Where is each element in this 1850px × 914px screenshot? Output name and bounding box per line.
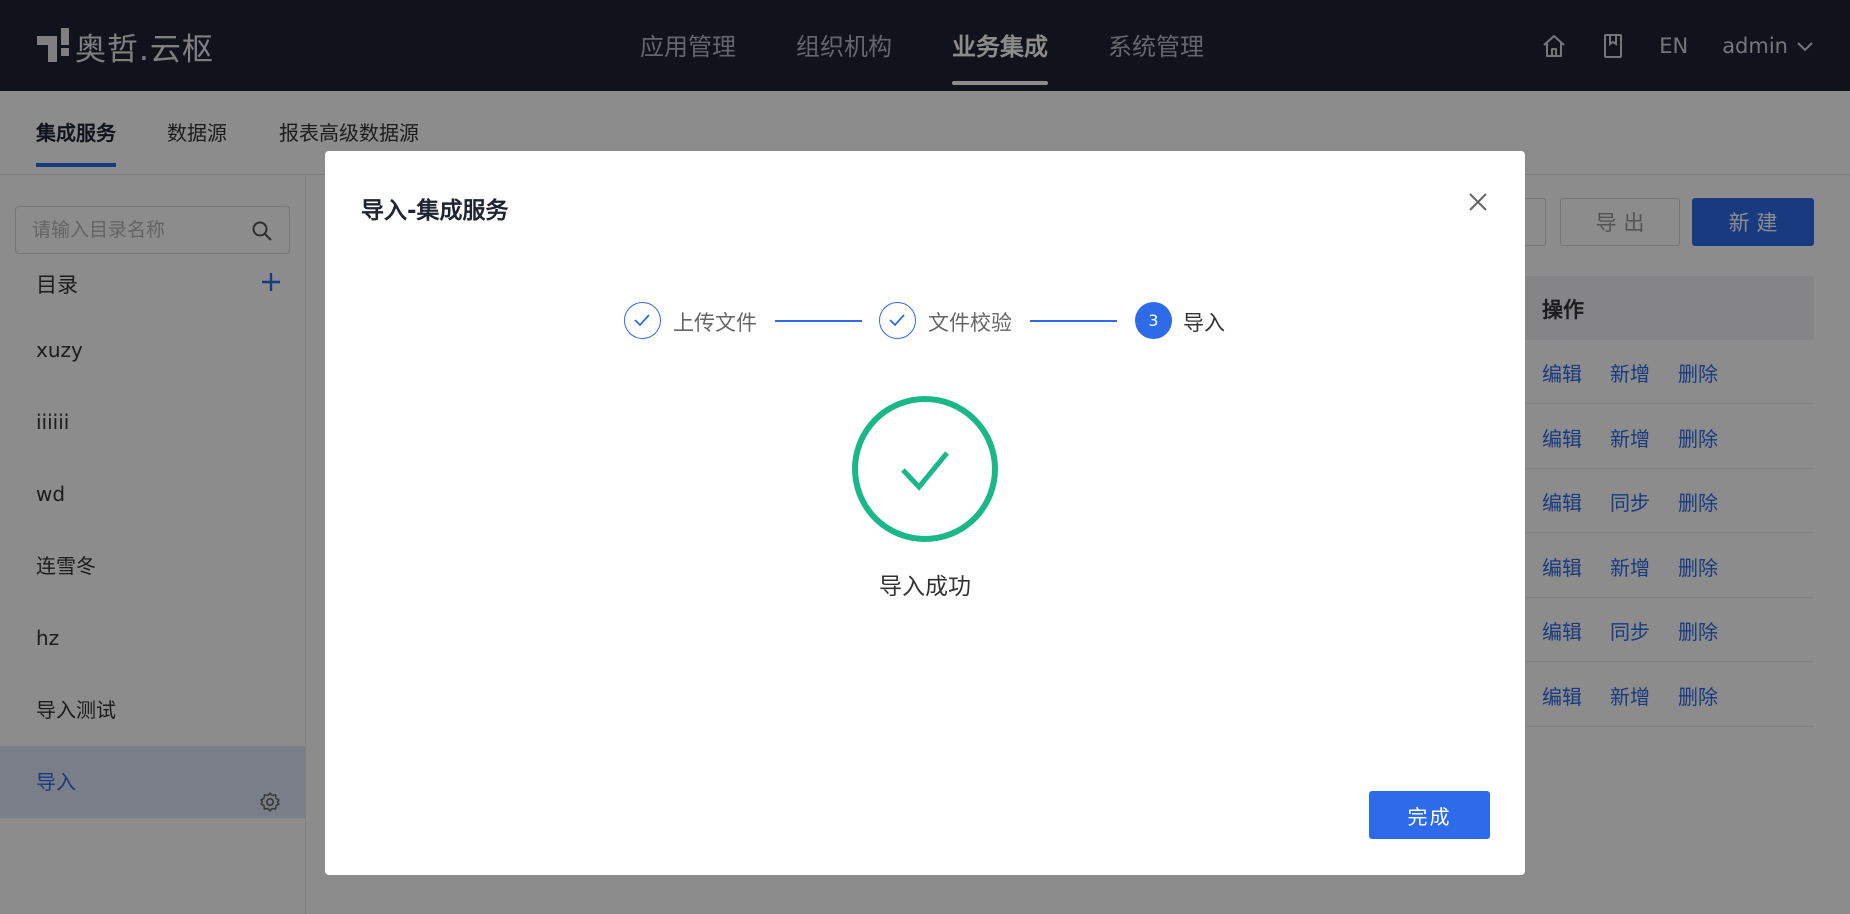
step-upload-file: 上传文件	[673, 311, 757, 335]
result-text: 导入成功	[879, 574, 971, 600]
step-import: 导入	[1183, 311, 1225, 335]
step-connector	[1030, 320, 1117, 322]
step-connector	[775, 320, 862, 322]
done-button[interactable]: 完成	[1369, 791, 1490, 839]
success-check-icon	[850, 394, 1000, 544]
modal-title: 导入-集成服务	[361, 198, 509, 224]
steps: 上传文件 文件校验 3 导入	[325, 301, 1525, 341]
check-icon	[879, 302, 916, 339]
step-number-badge: 3	[1135, 302, 1172, 339]
check-icon	[624, 302, 661, 339]
import-modal: 导入-集成服务 上传文件 文件校验 3 导入 导入成功 完成	[325, 151, 1525, 875]
step-file-validation: 文件校验	[928, 311, 1012, 335]
close-icon[interactable]	[1467, 191, 1489, 217]
